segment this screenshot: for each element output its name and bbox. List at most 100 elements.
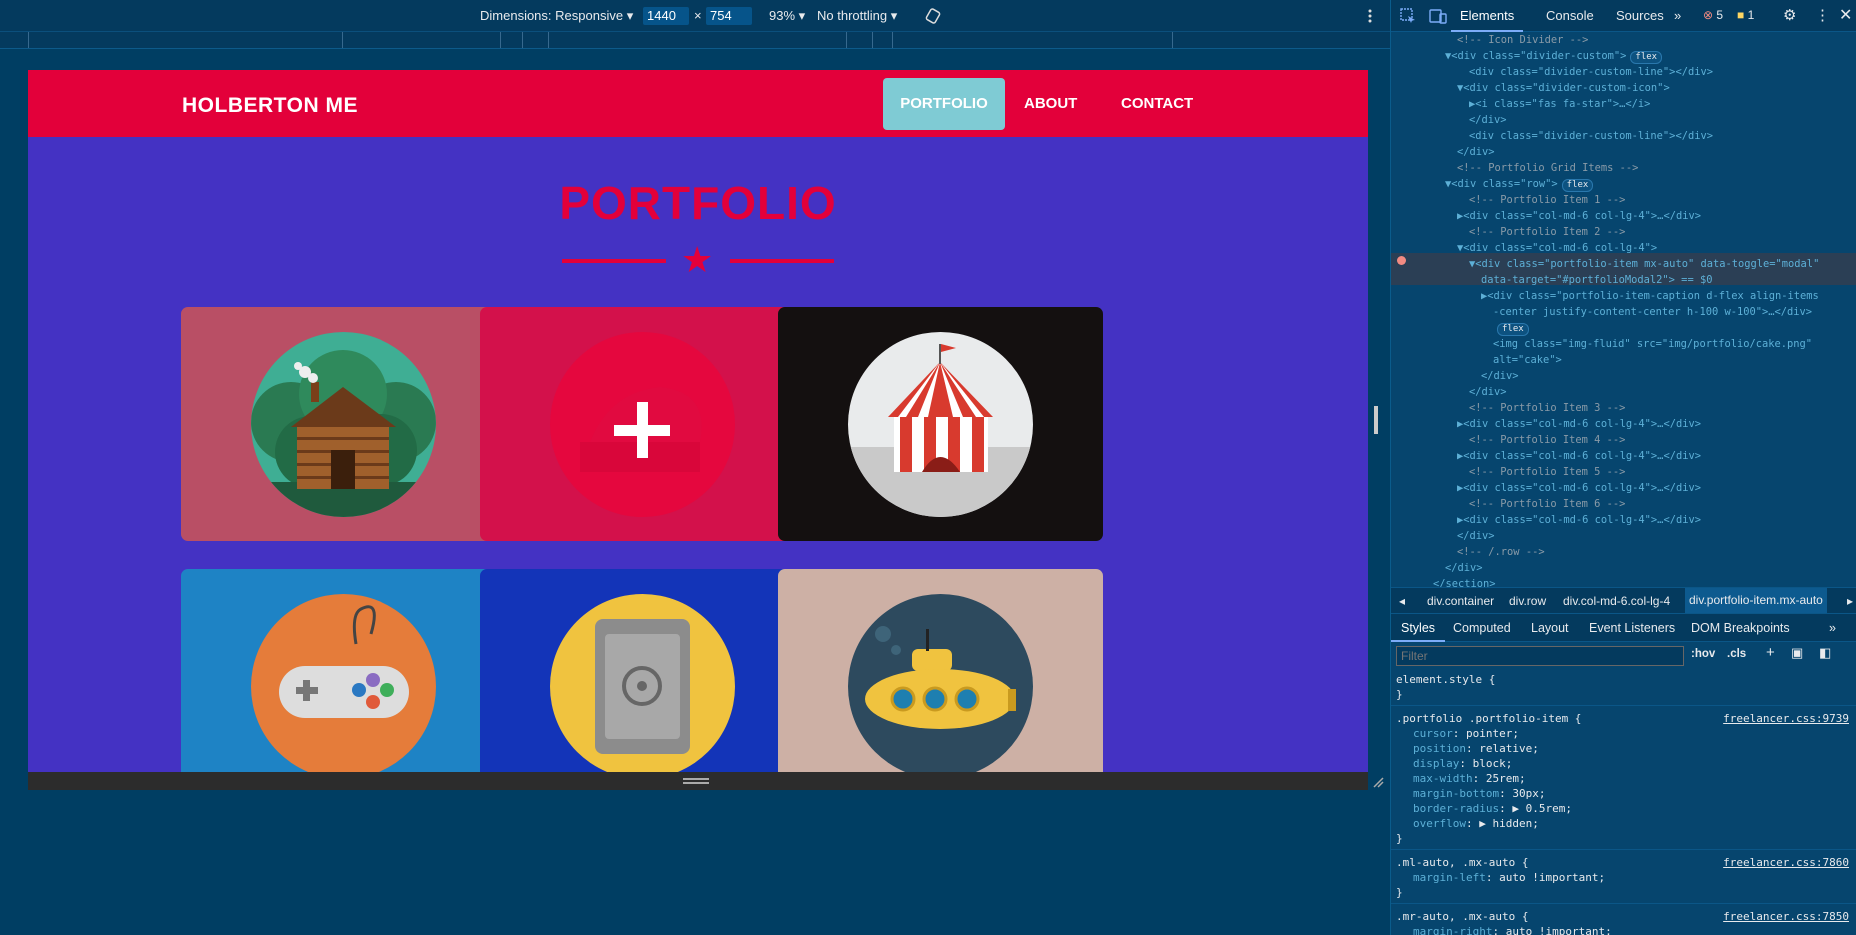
dimensions-dropdown[interactable]: Dimensions: Responsive ▾	[480, 8, 633, 24]
dom-node-line[interactable]: <!-- Icon Divider -->	[1457, 32, 1588, 48]
paint-icon[interactable]: ▣	[1791, 645, 1803, 661]
subtab-computed[interactable]: Computed	[1453, 621, 1511, 635]
gear-icon[interactable]: ⚙	[1783, 6, 1796, 24]
dom-node-line[interactable]: ▼<div class="divider-custom-icon">	[1457, 80, 1670, 96]
subtab-event-listeners[interactable]: Event Listeners	[1589, 621, 1675, 635]
tab-console[interactable]: Console	[1546, 8, 1594, 23]
portfolio-item-cake[interactable]	[480, 307, 805, 541]
throttling-dropdown[interactable]: No throttling ▾	[817, 8, 897, 24]
dom-tree[interactable]: <!-- Icon Divider --> ▼<div class="divide…	[1391, 32, 1856, 590]
dom-node-line[interactable]: <div class="divider-custom-line"></div>	[1469, 128, 1713, 144]
css-selector[interactable]: .mr-auto, .mx-auto {	[1396, 909, 1528, 924]
portfolio-item-cabin[interactable]	[181, 307, 506, 541]
dom-node-line[interactable]: <div class="divider-custom-line"></div>	[1469, 64, 1713, 80]
nav-about[interactable]: ABOUT	[1009, 78, 1092, 130]
dom-node-line[interactable]: ▼<div class="portfolio-item mx-auto" dat…	[1469, 256, 1819, 272]
new-rule-icon[interactable]: +	[1766, 644, 1775, 661]
warning-counter[interactable]: ■ 1	[1737, 8, 1754, 22]
width-input[interactable]: 1440	[643, 7, 689, 25]
dom-node-line[interactable]: data-target="#portfolioModal2"> == $0	[1481, 272, 1712, 288]
resize-handle-right[interactable]	[1374, 406, 1378, 434]
dom-node-line[interactable]: </div>	[1469, 112, 1507, 128]
portfolio-item-circus[interactable]	[778, 307, 1103, 541]
portfolio-item-submarine[interactable]	[778, 569, 1103, 772]
dom-node-line[interactable]: <!-- Portfolio Item 4 -->	[1469, 432, 1625, 448]
css-selector[interactable]: .portfolio .portfolio-item {	[1396, 711, 1581, 726]
portfolio-item-safe[interactable]	[480, 569, 805, 772]
breadcrumb-item[interactable]: div.row	[1509, 594, 1546, 608]
media-query-ruler[interactable]	[0, 32, 1390, 49]
dom-node-line[interactable]: ▼<div class="row"> flex	[1445, 176, 1594, 192]
inspect-element-icon[interactable]	[1400, 8, 1416, 24]
dom-node-line[interactable]: alt="cake">	[1493, 352, 1562, 368]
css-property[interactable]: display: block;	[1413, 756, 1512, 771]
css-selector[interactable]: .ml-auto, .mx-auto {	[1396, 855, 1528, 870]
dom-node-line[interactable]: ▶<div class="col-md-6 col-lg-4">…</div>	[1457, 208, 1701, 224]
portfolio-item-game[interactable]	[181, 569, 506, 772]
dom-node-line[interactable]: <!-- Portfolio Item 6 -->	[1469, 496, 1625, 512]
dom-node-line[interactable]: flex	[1493, 320, 1529, 336]
hover-state-toggle[interactable]: :hov	[1691, 648, 1715, 660]
class-toggle[interactable]: .cls	[1727, 648, 1746, 660]
dom-node-line[interactable]: ▼<div class="col-md-6 col-lg-4">	[1457, 240, 1657, 256]
error-counter[interactable]: ⊗ 5	[1703, 8, 1723, 22]
css-source-link[interactable]: freelancer.css:7860	[1723, 855, 1849, 870]
tab-elements[interactable]: Elements	[1451, 0, 1524, 32]
subtab-dom-breakpoints[interactable]: DOM Breakpoints	[1691, 621, 1790, 635]
resize-handle-bottom[interactable]	[683, 778, 709, 784]
subtab-styles[interactable]: Styles	[1391, 614, 1446, 642]
css-property[interactable]: overflow: ▶ hidden;	[1413, 816, 1539, 831]
flex-badge[interactable]: flex	[1561, 179, 1594, 192]
dom-node-line[interactable]: <!-- Portfolio Item 3 -->	[1469, 400, 1625, 416]
nav-portfolio[interactable]: PORTFOLIO	[883, 78, 1005, 130]
css-property[interactable]: margin-left: auto !important;	[1413, 870, 1605, 885]
breadcrumb-item[interactable]: div.col-md-6.col-lg-4	[1563, 594, 1670, 608]
dom-node-line[interactable]: ▶<div class="col-md-6 col-lg-4">…</div>	[1457, 512, 1701, 528]
css-source-link[interactable]: freelancer.css:7850	[1723, 909, 1849, 924]
dom-node-line[interactable]: <!-- Portfolio Item 2 -->	[1469, 224, 1625, 240]
dom-node-line[interactable]: <!-- Portfolio Item 5 -->	[1469, 464, 1625, 480]
sidebar-toggle-icon[interactable]: ◧	[1819, 645, 1831, 661]
dom-node-line[interactable]: ▶<div class="col-md-6 col-lg-4">…</div>	[1457, 448, 1701, 464]
flex-badge[interactable]: flex	[1497, 323, 1529, 336]
css-property[interactable]: max-width: 25rem;	[1413, 771, 1526, 786]
css-property[interactable]: cursor: pointer;	[1413, 726, 1519, 741]
dom-node-line[interactable]: </div>	[1457, 528, 1495, 544]
zoom-dropdown[interactable]: 93% ▾	[769, 8, 805, 24]
breadcrumb-left-arrow[interactable]: ◂	[1399, 594, 1405, 608]
dom-node-line[interactable]: <!-- Portfolio Grid Items -->	[1457, 160, 1638, 176]
dom-node-line[interactable]: </div>	[1457, 144, 1495, 160]
dom-node-line[interactable]: </div>	[1481, 368, 1519, 384]
height-input[interactable]: 754	[706, 7, 752, 25]
dom-node-line[interactable]: <img class="img-fluid" src="img/portfoli…	[1493, 336, 1812, 352]
site-brand[interactable]: HOLBERTON ME	[182, 94, 358, 118]
subtab-layout[interactable]: Layout	[1531, 621, 1569, 635]
css-property[interactable]: border-radius: ▶ 0.5rem;	[1413, 801, 1572, 816]
close-icon[interactable]: ✕	[1839, 5, 1852, 25]
kebab-menu-icon[interactable]: ⋮	[1815, 6, 1830, 24]
dom-node-line[interactable]: <!-- /.row -->	[1457, 544, 1545, 560]
nav-contact[interactable]: CONTACT	[1106, 78, 1208, 130]
more-options-icon[interactable]	[1364, 8, 1376, 24]
styles-filter-input[interactable]	[1396, 646, 1684, 666]
dom-node-line[interactable]: ▶<i class="fas fa-star">…</i>	[1469, 96, 1650, 112]
more-subtabs-icon[interactable]: »	[1829, 621, 1836, 635]
css-selector[interactable]: element.style {	[1396, 672, 1495, 687]
css-source-link[interactable]: freelancer.css:9739	[1723, 711, 1849, 726]
css-property[interactable]: margin-right: auto !important;	[1413, 924, 1612, 935]
dom-node-line[interactable]: <!-- Portfolio Item 1 -->	[1469, 192, 1625, 208]
tab-sources[interactable]: Sources	[1616, 8, 1664, 23]
breadcrumb-right-arrow[interactable]: ▸	[1847, 594, 1853, 608]
css-property[interactable]: margin-bottom: 30px;	[1413, 786, 1545, 801]
dom-node-line[interactable]: </div>	[1445, 560, 1483, 576]
dom-node-line[interactable]: ▶<div class="col-md-6 col-lg-4">…</div>	[1457, 416, 1701, 432]
dom-node-line[interactable]: ▶<div class="col-md-6 col-lg-4">…</div>	[1457, 480, 1701, 496]
dom-node-line[interactable]: </div>	[1469, 384, 1507, 400]
device-toggle-icon[interactable]	[1429, 8, 1447, 24]
more-tabs-icon[interactable]: »	[1674, 8, 1681, 23]
breadcrumb-item[interactable]: div.container	[1427, 594, 1494, 608]
dom-node-line[interactable]: ▶<div class="portfolio-item-caption d-fl…	[1481, 288, 1819, 304]
resize-corner-icon[interactable]	[1372, 776, 1384, 788]
dom-node-line[interactable]: -center justify-content-center h-100 w-1…	[1493, 304, 1812, 320]
dom-node-line[interactable]: ▼<div class="divider-custom"> flex	[1445, 48, 1663, 64]
